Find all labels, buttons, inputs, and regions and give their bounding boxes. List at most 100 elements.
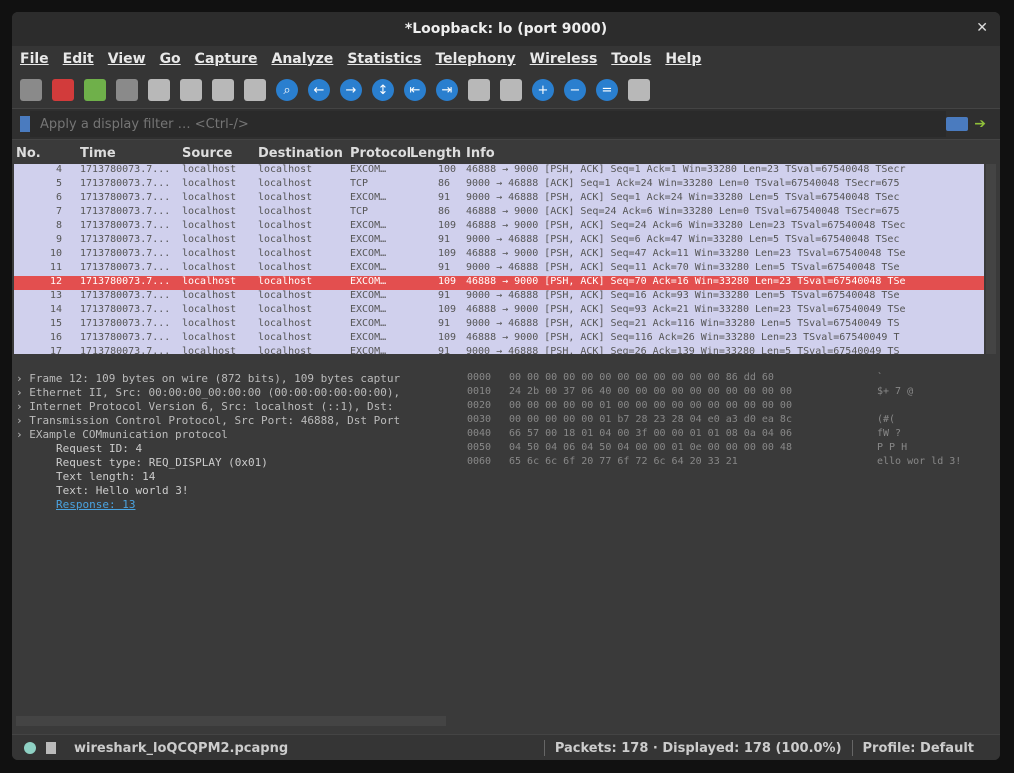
packet-cell-len: 91 bbox=[438, 290, 451, 301]
detail-tree-item[interactable]: Request type: REQ_DISPLAY (0x01) bbox=[16, 456, 446, 470]
packet-cell-src: localhost bbox=[182, 318, 237, 329]
menu-statistics[interactable]: Statistics bbox=[347, 51, 421, 67]
shark-fin-start-icon[interactable] bbox=[20, 79, 42, 101]
hex-row[interactable]: 0020 00 00 00 00 00 01 00 00 00 00 00 00 … bbox=[457, 400, 997, 414]
detail-tree-item[interactable]: › Transmission Control Protocol, Src Por… bbox=[16, 414, 446, 428]
column-destination[interactable]: Destination bbox=[258, 146, 343, 161]
packet-row[interactable]: 17 1713780073.7... localhost localhost EXCOM… bbox=[14, 346, 984, 354]
detail-tree-item[interactable]: Text length: 14 bbox=[16, 470, 446, 484]
resize-columns-icon[interactable] bbox=[628, 79, 650, 101]
find-packet-icon[interactable]: ⌕ bbox=[276, 79, 298, 101]
go-to-packet-icon[interactable]: ↕ bbox=[372, 79, 394, 101]
menu-capture[interactable]: Capture bbox=[195, 51, 258, 67]
detail-tree-item[interactable]: › Ethernet II, Src: 00:00:00_00:00:00 (0… bbox=[16, 386, 446, 400]
packet-row[interactable]: 6 1713780073.7... localhost localhost EXCOM…… bbox=[14, 192, 984, 206]
packet-cell-info: 46888 → 9000 [PSH, ACK] Seq=93 Ack=21 Wi… bbox=[466, 304, 906, 315]
hex-row[interactable]: 0060 65 6c 6c 6f 20 77 6f 72 6c 64 20 33 … bbox=[457, 456, 997, 470]
window-title: *Loopback: lo (port 9000) bbox=[404, 21, 608, 37]
hex-row[interactable]: 0040 66 57 00 18 01 04 00 3f 00 00 01 01 … bbox=[457, 428, 997, 442]
filter-history-button[interactable] bbox=[946, 117, 969, 131]
reload-file-icon[interactable] bbox=[244, 79, 266, 101]
profile-label[interactable]: Profile: Default bbox=[863, 741, 974, 756]
hex-row[interactable]: 0030 00 00 00 00 00 01 b7 28 23 28 04 e0 … bbox=[457, 414, 997, 428]
response-link[interactable]: Response: 13 bbox=[56, 498, 135, 511]
packet-cell-no: 15 bbox=[49, 318, 62, 329]
zoom-out-icon[interactable]: − bbox=[564, 79, 586, 101]
column-info[interactable]: Info bbox=[466, 146, 495, 161]
packet-row[interactable]: 4 1713780073.7... localhost localhost EXCOM…… bbox=[14, 164, 984, 178]
packet-row[interactable]: 16 1713780073.7... localhost localhost EXCOM… bbox=[14, 332, 984, 346]
go-forward-icon[interactable]: → bbox=[340, 79, 362, 101]
normal-size-icon[interactable]: = bbox=[596, 79, 618, 101]
capture-options-icon[interactable] bbox=[116, 79, 138, 101]
packet-list-header: No. Time Source Destination Protocol Len… bbox=[12, 142, 1000, 164]
packet-row[interactable]: 14 1713780073.7... localhost localhost EXCOM… bbox=[14, 304, 984, 318]
packet-row[interactable]: 7 1713780073.7... localhost localhost TCP 86 4… bbox=[14, 206, 984, 220]
expand-arrow-icon[interactable]: › bbox=[16, 400, 29, 413]
menu-wireless[interactable]: Wireless bbox=[530, 51, 598, 67]
packet-count: Packets: 178 · Displayed: 178 (100.0%) bbox=[554, 740, 842, 756]
packet-cell-dst: localhost bbox=[258, 318, 313, 329]
expand-arrow-icon[interactable]: › bbox=[16, 386, 29, 399]
expand-arrow-icon[interactable]: › bbox=[16, 414, 29, 427]
packet-row[interactable]: 12 1713780073.7... localhost localhost EXCOM… bbox=[14, 276, 984, 290]
expand-arrow-icon[interactable]: › bbox=[16, 428, 29, 441]
details-horizontal-scrollbar[interactable] bbox=[16, 716, 446, 726]
hex-row[interactable]: 0010 24 2b 00 37 06 40 00 00 00 00 00 00 … bbox=[457, 386, 997, 400]
go-back-icon[interactable]: ← bbox=[308, 79, 330, 101]
last-packet-icon[interactable]: ⇥ bbox=[436, 79, 458, 101]
detail-tree-item[interactable]: › Frame 12: 109 bytes on wire (872 bits)… bbox=[16, 372, 446, 386]
open-file-icon[interactable] bbox=[148, 79, 170, 101]
packet-cell-len: 91 bbox=[438, 346, 451, 354]
packet-row[interactable]: 10 1713780073.7... localhost localhost EXCOM… bbox=[14, 248, 984, 262]
colorize-icon[interactable] bbox=[500, 79, 522, 101]
close-file-icon[interactable] bbox=[212, 79, 234, 101]
expert-info-icon[interactable] bbox=[24, 742, 36, 754]
menu-go[interactable]: Go bbox=[160, 51, 181, 67]
packet-list-scrollbar[interactable] bbox=[986, 164, 996, 354]
capture-file-icon[interactable] bbox=[46, 742, 56, 754]
column-source[interactable]: Source bbox=[182, 146, 232, 161]
autoscroll-icon[interactable] bbox=[468, 79, 490, 101]
detail-tree-item[interactable]: Response: 13 bbox=[16, 498, 446, 512]
packet-row[interactable]: 13 1713780073.7... localhost localhost EXCOM… bbox=[14, 290, 984, 304]
detail-tree-item[interactable]: Text: Hello world 3! bbox=[16, 484, 446, 498]
detail-tree-item[interactable]: › Internet Protocol Version 6, Src: loca… bbox=[16, 400, 446, 414]
packet-cell-proto: EXCOM… bbox=[350, 164, 387, 175]
packet-row[interactable]: 8 1713780073.7... localhost localhost EXCOM…… bbox=[14, 220, 984, 234]
menu-analyze[interactable]: Analyze bbox=[271, 51, 333, 67]
packet-row[interactable]: 11 1713780073.7... localhost localhost EXCOM… bbox=[14, 262, 984, 276]
restart-capture-icon[interactable] bbox=[84, 79, 106, 101]
packet-row[interactable]: 9 1713780073.7... localhost localhost EXCOM…… bbox=[14, 234, 984, 248]
column-protocol[interactable]: Protocol bbox=[350, 146, 411, 161]
packet-row[interactable]: 15 1713780073.7... localhost localhost EXCOM… bbox=[14, 318, 984, 332]
packet-row[interactable]: 5 1713780073.7... localhost localhost TCP 86 9… bbox=[14, 178, 984, 192]
zoom-in-icon[interactable]: + bbox=[532, 79, 554, 101]
close-icon[interactable]: ✕ bbox=[976, 20, 988, 36]
hex-row[interactable]: 0000 00 00 00 00 00 00 00 00 00 00 00 00 … bbox=[457, 372, 997, 386]
packet-cell-dst: localhost bbox=[258, 220, 313, 231]
menu-help[interactable]: Help bbox=[665, 51, 701, 67]
packet-cell-info: 9000 → 46888 [PSH, ACK] Seq=21 Ack=116 W… bbox=[466, 318, 900, 329]
save-file-icon[interactable] bbox=[180, 79, 202, 101]
packet-cell-proto: TCP bbox=[350, 178, 369, 189]
menu-edit[interactable]: Edit bbox=[63, 51, 94, 67]
menu-telephony[interactable]: Telephony bbox=[435, 51, 515, 67]
stop-capture-icon[interactable] bbox=[52, 79, 74, 101]
detail-tree-item[interactable]: › EXample COMmunication protocol bbox=[16, 428, 446, 442]
hex-row[interactable]: 0050 04 50 04 06 04 50 04 00 00 01 0e 00 … bbox=[457, 442, 997, 456]
column-no[interactable]: No. bbox=[16, 146, 41, 161]
apply-filter-icon[interactable]: ➔ bbox=[974, 116, 986, 132]
packet-cell-dst: localhost bbox=[258, 332, 313, 343]
detail-tree-item[interactable]: Request ID: 4 bbox=[16, 442, 446, 456]
expand-arrow-icon[interactable]: › bbox=[16, 372, 29, 385]
display-filter-input[interactable] bbox=[30, 111, 947, 137]
bookmark-icon[interactable] bbox=[20, 116, 30, 132]
first-packet-icon[interactable]: ⇤ bbox=[404, 79, 426, 101]
column-time[interactable]: Time bbox=[80, 146, 116, 161]
menu-file[interactable]: File bbox=[20, 51, 49, 67]
menu-tools[interactable]: Tools bbox=[611, 51, 651, 67]
menu-view[interactable]: View bbox=[108, 51, 146, 67]
packet-list[interactable]: 4 1713780073.7... localhost localhost EXCOM…… bbox=[14, 164, 984, 354]
column-length[interactable]: Length bbox=[410, 146, 461, 161]
